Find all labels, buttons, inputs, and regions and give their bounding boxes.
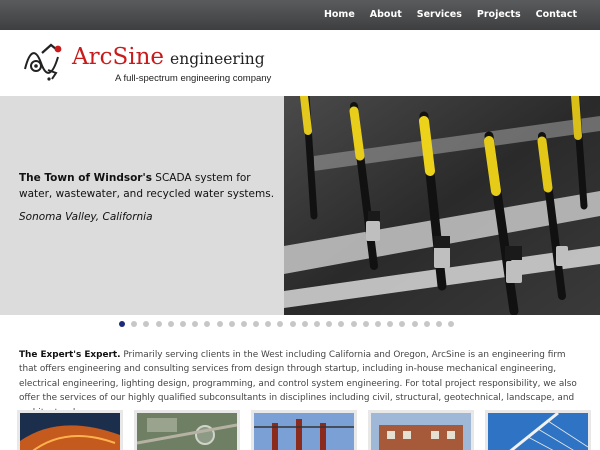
logo-arc-text: Arc: [72, 44, 113, 70]
intro-lead: The Expert's Expert.: [19, 350, 121, 360]
project-thumbnail[interactable]: [251, 410, 357, 450]
slider-dot[interactable]: [374, 321, 381, 327]
slider-dot[interactable]: [387, 321, 394, 327]
hero-client-name: The Town of Windsor's: [19, 172, 152, 184]
slider-dot[interactable]: [228, 321, 235, 327]
slider-dot[interactable]: [338, 321, 345, 327]
nav-item-home[interactable]: Home: [316, 0, 362, 30]
site-logo[interactable]: ArcSine engineering A full-spectrum engin…: [22, 39, 272, 89]
logo-engineering-text: engineering: [170, 50, 265, 68]
slider-dot[interactable]: [326, 321, 333, 327]
project-thumbnail[interactable]: [17, 410, 123, 450]
slider-dot[interactable]: [448, 321, 455, 327]
project-thumbnails: [17, 410, 600, 450]
slider-dot[interactable]: [240, 321, 247, 327]
aerial-site-photo-icon: [137, 413, 237, 450]
intro-body: Primarily serving clients in the West in…: [19, 350, 577, 418]
slider-dot[interactable]: [423, 321, 430, 327]
slider-dot[interactable]: [362, 321, 369, 327]
slider-dot[interactable]: [289, 321, 296, 327]
slider-dot[interactable]: [265, 321, 272, 327]
slider-dot[interactable]: [216, 321, 223, 327]
slider-dot[interactable]: [179, 321, 186, 327]
hero-photo[interactable]: [284, 96, 600, 315]
hero-description: The Town of Windsor's SCADA system for w…: [19, 170, 281, 202]
hero-caption: The Town of Windsor's SCADA system for w…: [19, 170, 281, 225]
slider-dot[interactable]: [192, 321, 199, 327]
slider-dot[interactable]: [155, 321, 162, 327]
arched-building-night-photo-icon: [20, 413, 120, 450]
slider-dot[interactable]: [435, 321, 442, 327]
slider-dot[interactable]: [167, 321, 174, 327]
logo-figure-icon: [24, 43, 62, 81]
hero-slider: The Town of Windsor's SCADA system for w…: [0, 96, 600, 315]
slider-pagination: [119, 321, 460, 328]
logo-tagline: A full-spectrum engineering company: [115, 73, 272, 84]
nav-item-services[interactable]: Services: [409, 0, 469, 30]
nav-item-contact[interactable]: Contact: [528, 0, 600, 30]
nav-item-projects[interactable]: Projects: [469, 0, 528, 30]
slider-dot[interactable]: [411, 321, 418, 327]
slider-dot[interactable]: [350, 321, 357, 327]
slider-dot[interactable]: [119, 321, 125, 327]
logo-wordmark: ArcSine engineering: [72, 44, 265, 70]
project-thumbnail[interactable]: [368, 410, 474, 450]
logo-sine-text: Sine: [112, 44, 165, 70]
project-thumbnail[interactable]: [485, 410, 591, 450]
nav-menu: Home About Services Projects Contact: [316, 0, 600, 30]
slider-dot[interactable]: [143, 321, 150, 327]
bridge-photo-icon: [488, 413, 588, 450]
slider-dot[interactable]: [399, 321, 406, 327]
slider-dot[interactable]: [131, 321, 138, 327]
slider-dot[interactable]: [277, 321, 284, 327]
slider-dot[interactable]: [314, 321, 320, 327]
yellow-cable-connectors-photo-icon: [284, 96, 600, 315]
brick-building-photo-icon: [371, 413, 471, 450]
nav-item-about[interactable]: About: [362, 0, 409, 30]
top-nav: Home About Services Projects Contact: [0, 0, 600, 30]
slider-dot[interactable]: [253, 321, 260, 327]
project-thumbnail[interactable]: [134, 410, 240, 450]
hero-location: Sonoma Valley, California: [19, 211, 153, 223]
slider-dot[interactable]: [301, 321, 308, 327]
electrical-substation-photo-icon: [254, 413, 354, 450]
slider-dot[interactable]: [204, 321, 211, 327]
